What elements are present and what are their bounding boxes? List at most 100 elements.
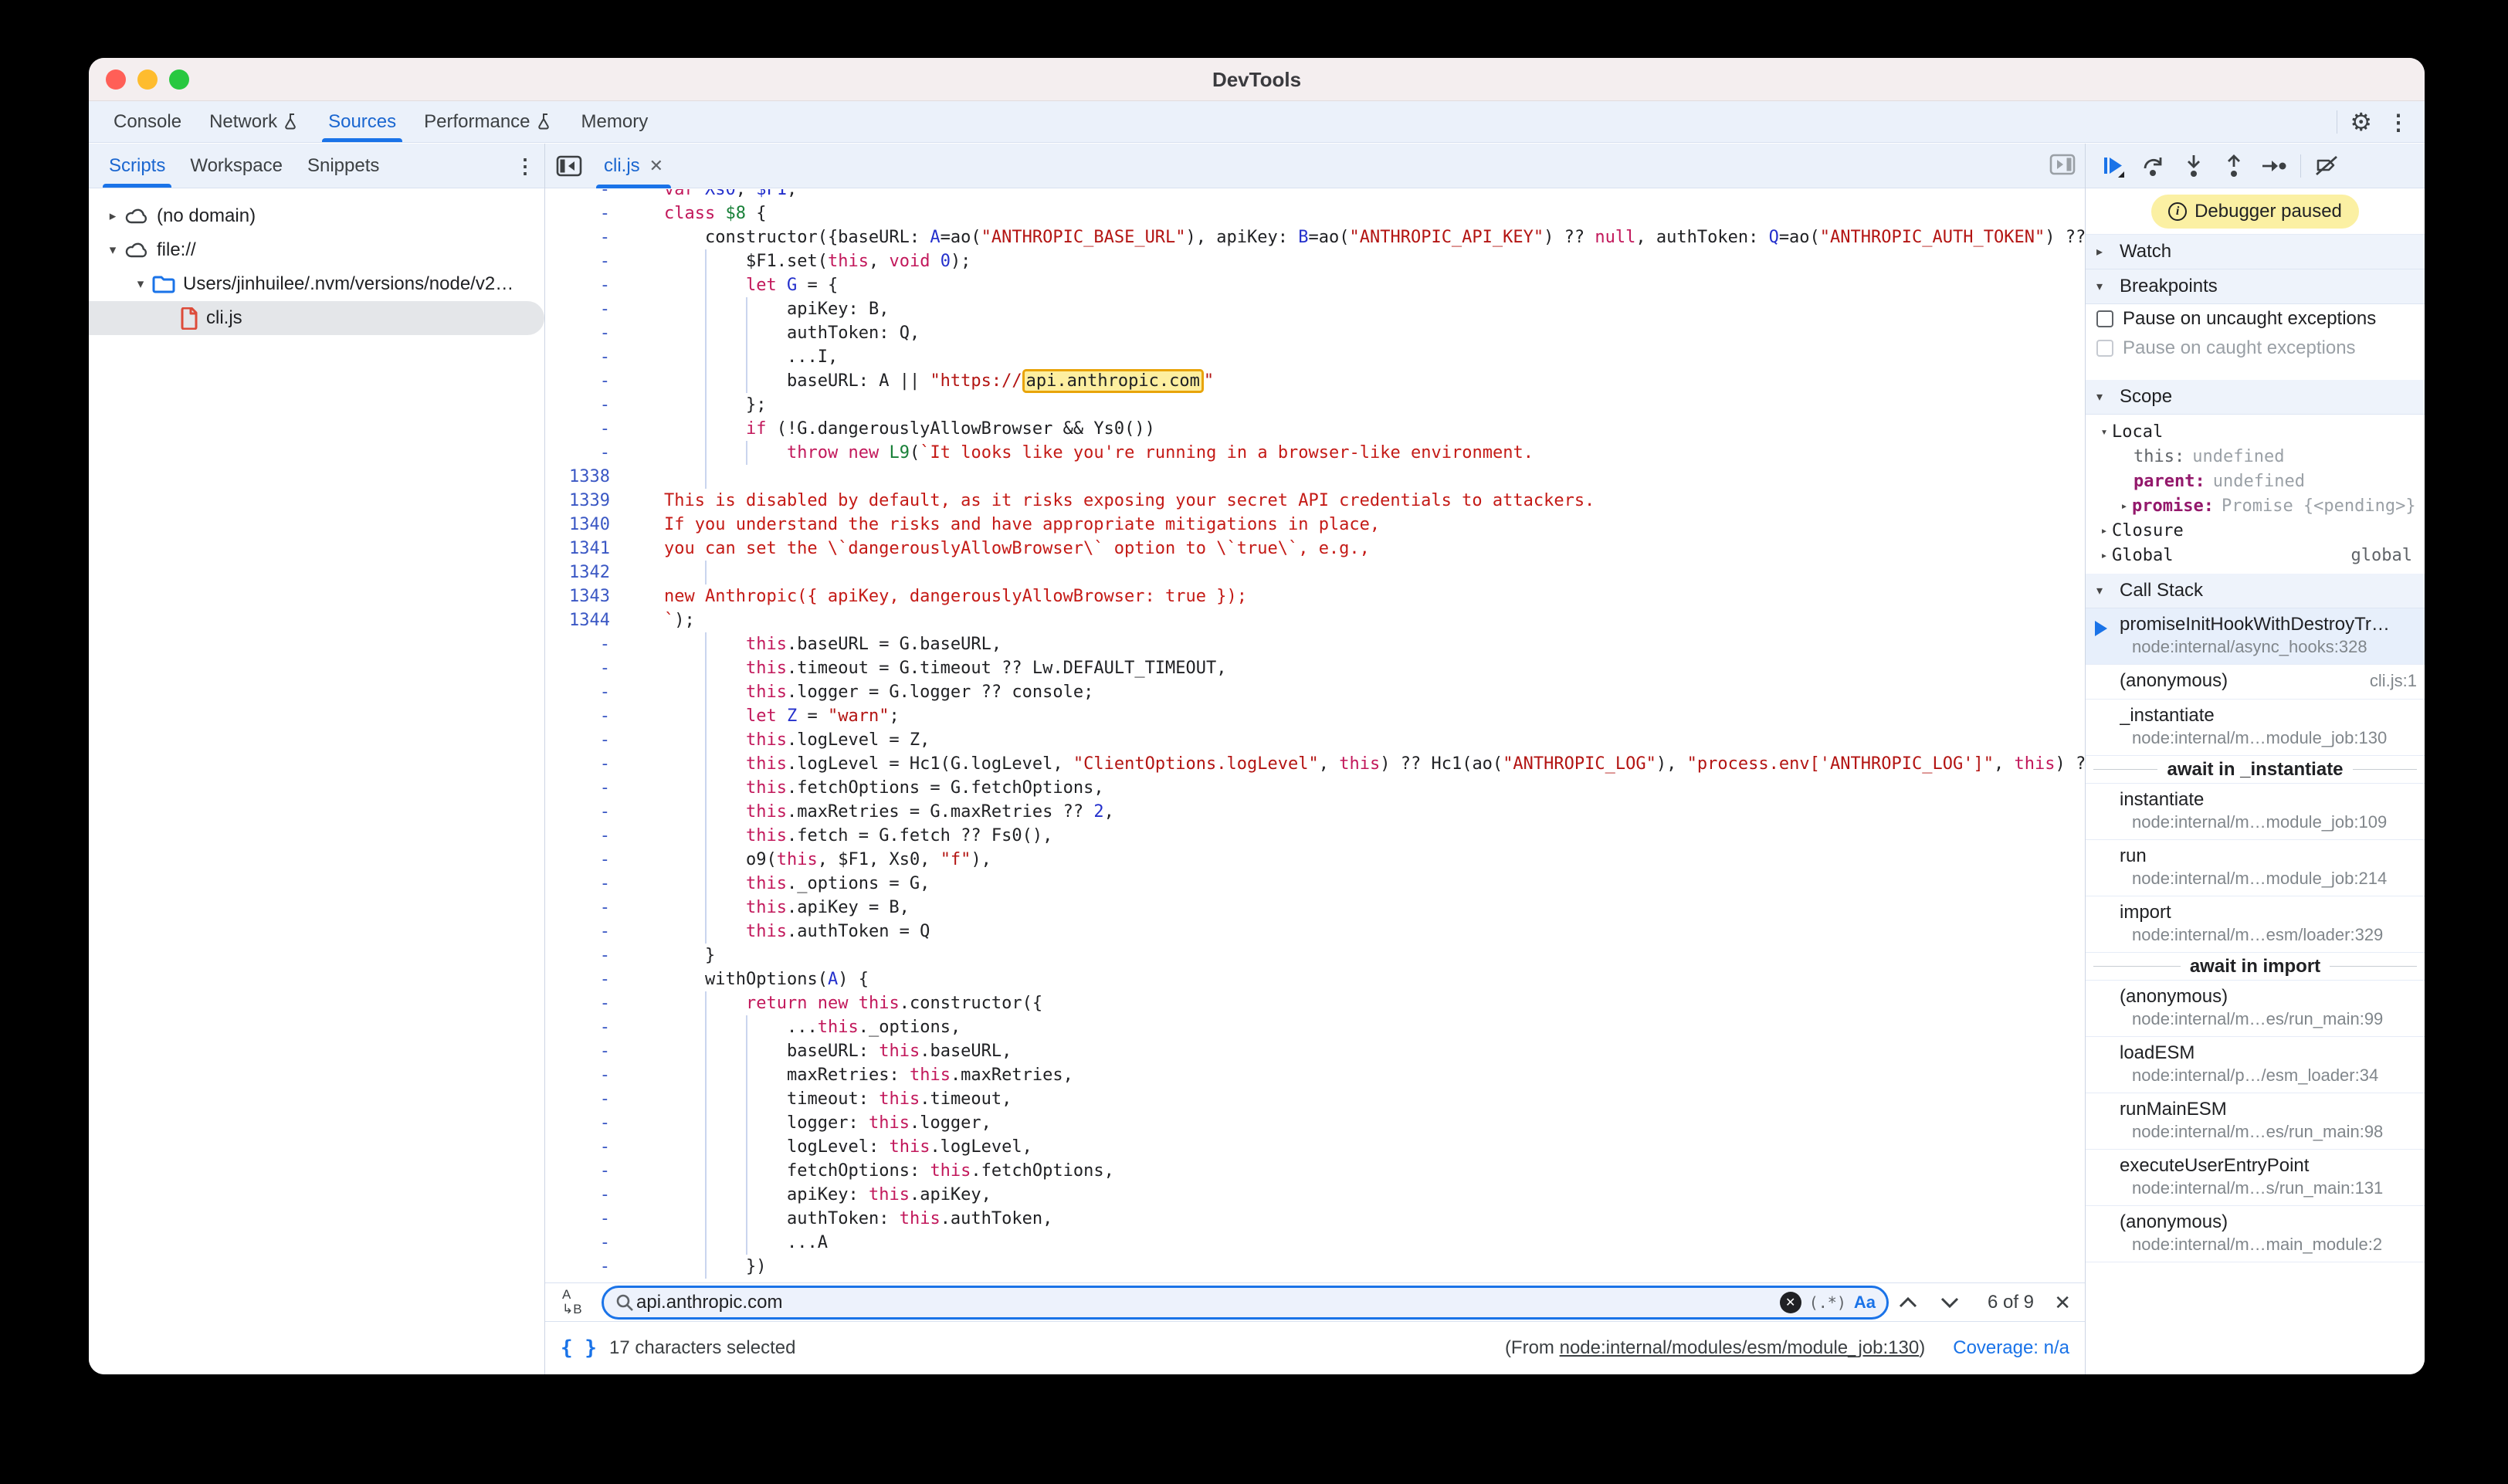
code-line[interactable]: -apiKey: B, bbox=[545, 297, 2085, 321]
line-number[interactable]: - bbox=[545, 273, 630, 297]
scope-var-this[interactable]: this:undefined bbox=[2086, 444, 2425, 469]
line-number[interactable]: - bbox=[545, 920, 630, 944]
line-number[interactable]: - bbox=[545, 441, 630, 465]
step-into-icon[interactable] bbox=[2177, 149, 2211, 183]
checkbox-row-pause-on-uncaught-exceptions[interactable]: Pause on uncaught exceptions bbox=[2086, 304, 2425, 334]
tree-item-users-jinhuilee-nvm-versions-node-v2-[interactable]: ▾Users/jinhuilee/.nvm/versions/node/v2… bbox=[89, 267, 544, 301]
scope-group-global[interactable]: ▸Globalglobal bbox=[2086, 543, 2425, 568]
watch-section-header[interactable]: ▸ Watch bbox=[2086, 235, 2425, 269]
line-number[interactable]: - bbox=[545, 345, 630, 369]
line-number[interactable]: - bbox=[545, 1039, 630, 1063]
tree-item-file-[interactable]: ▾file:// bbox=[89, 233, 544, 267]
code-line[interactable]: -apiKey: this.apiKey, bbox=[545, 1183, 2085, 1207]
code-line[interactable]: 1341you can set the \`dangerouslyAllowBr… bbox=[545, 537, 2085, 561]
sidebar-tab-scripts[interactable]: Scripts bbox=[97, 144, 178, 188]
clear-search-icon[interactable]: ✕ bbox=[1780, 1292, 1801, 1313]
editor-tab-clijs[interactable]: cli.js ✕ bbox=[591, 144, 676, 188]
line-number[interactable]: - bbox=[545, 1087, 630, 1111]
line-number[interactable]: - bbox=[545, 321, 630, 345]
search-input[interactable] bbox=[635, 1291, 1780, 1314]
close-tab-icon[interactable]: ✕ bbox=[649, 156, 663, 176]
sidebar-more-kebab-icon[interactable]: ⋮ bbox=[515, 144, 535, 188]
code-line[interactable]: -this.timeout = G.timeout ?? Lw.DEFAULT_… bbox=[545, 656, 2085, 680]
replace-toggle-icon[interactable]: A↳B bbox=[562, 1288, 596, 1319]
stack-frame--anonymous-[interactable]: (anonymous)node:internal/m…main_module:2 bbox=[2086, 1206, 2425, 1262]
step-over-icon[interactable] bbox=[2137, 149, 2171, 183]
line-number[interactable]: - bbox=[545, 393, 630, 417]
line-number[interactable]: - bbox=[545, 680, 630, 704]
step-out-icon[interactable] bbox=[2217, 149, 2251, 183]
resume-script-icon[interactable] bbox=[2096, 149, 2130, 183]
code-line[interactable]: -let Z = "warn"; bbox=[545, 704, 2085, 728]
line-number[interactable]: 1341 bbox=[545, 537, 630, 561]
stack-frame--anonymous-[interactable]: (anonymous)node:internal/m…es/run_main:9… bbox=[2086, 981, 2425, 1037]
line-number[interactable]: - bbox=[545, 1135, 630, 1159]
line-number[interactable]: - bbox=[545, 202, 630, 225]
stack-frame--instantiate[interactable]: _instantiatenode:internal/m…module_job:1… bbox=[2086, 700, 2425, 756]
stack-frame-runmainesm[interactable]: runMainESMnode:internal/m…es/run_main:98 bbox=[2086, 1093, 2425, 1150]
line-number[interactable]: - bbox=[545, 896, 630, 920]
next-match-icon[interactable] bbox=[1937, 1291, 1963, 1314]
chevron-down-icon[interactable]: ▾ bbox=[130, 276, 151, 292]
code-line[interactable]: -this.apiKey = B, bbox=[545, 896, 2085, 920]
line-number[interactable]: - bbox=[545, 417, 630, 441]
tree-item-cli-js[interactable]: cli.js bbox=[89, 301, 544, 335]
code-line[interactable]: 1344`); bbox=[545, 608, 2085, 632]
code-line[interactable]: -this.fetchOptions = G.fetchOptions, bbox=[545, 776, 2085, 800]
code-line[interactable]: -authToken: this.authToken, bbox=[545, 1207, 2085, 1231]
code-line[interactable]: -this.baseURL = G.baseURL, bbox=[545, 632, 2085, 656]
code-line[interactable]: -this.maxRetries = G.maxRetries ?? 2, bbox=[545, 800, 2085, 824]
tree-item--no-domain-[interactable]: ▸(no domain) bbox=[89, 199, 544, 233]
stack-frame-instantiate[interactable]: instantiatenode:internal/m…module_job:10… bbox=[2086, 784, 2425, 840]
code-line[interactable]: -class $8 { bbox=[545, 202, 2085, 225]
scope-group-local[interactable]: ▾Local bbox=[2086, 419, 2425, 444]
line-number[interactable]: - bbox=[545, 1015, 630, 1039]
stack-frame--anonymous-[interactable]: (anonymous)cli.js:1 bbox=[2086, 665, 2425, 700]
sidebar-tab-snippets[interactable]: Snippets bbox=[295, 144, 391, 188]
tab-memory[interactable]: Memory bbox=[568, 101, 663, 142]
deactivate-breakpoints-icon[interactable] bbox=[2310, 149, 2344, 183]
code-line[interactable]: -withOptions(A) { bbox=[545, 967, 2085, 991]
code-line[interactable]: -}) bbox=[545, 1255, 2085, 1279]
code-line[interactable]: -this.logger = G.logger ?? console; bbox=[545, 680, 2085, 704]
show-debugger-panel-icon[interactable] bbox=[2049, 153, 2076, 176]
settings-gear-icon[interactable]: ⚙ bbox=[2350, 110, 2372, 134]
line-number[interactable]: - bbox=[545, 991, 630, 1015]
line-number[interactable]: - bbox=[545, 1063, 630, 1087]
line-number[interactable]: - bbox=[545, 967, 630, 991]
code-line[interactable]: -this._options = G, bbox=[545, 872, 2085, 896]
code-line[interactable]: -logLevel: this.logLevel, bbox=[545, 1135, 2085, 1159]
line-number[interactable]: 1344 bbox=[545, 608, 630, 632]
code-line[interactable]: 1338 bbox=[545, 465, 2085, 489]
code-line[interactable]: -$F1.set(this, void 0); bbox=[545, 249, 2085, 273]
code-line[interactable]: -return new this.constructor({ bbox=[545, 991, 2085, 1015]
line-number[interactable]: - bbox=[545, 872, 630, 896]
code-line[interactable]: -} bbox=[545, 944, 2085, 967]
line-number[interactable]: - bbox=[545, 297, 630, 321]
tab-performance[interactable]: Performance bbox=[410, 101, 567, 142]
line-number[interactable]: - bbox=[545, 656, 630, 680]
coverage-link[interactable]: Coverage: n/a bbox=[1953, 1337, 2069, 1359]
match-case-toggle-icon[interactable]: Aa bbox=[1854, 1293, 1876, 1313]
line-number[interactable]: - bbox=[545, 249, 630, 273]
scope-section-header[interactable]: ▾ Scope bbox=[2086, 380, 2425, 415]
code-line[interactable]: -authToken: Q, bbox=[545, 321, 2085, 345]
scope-var-promise[interactable]: ▸promise:Promise {<pending>} bbox=[2086, 493, 2425, 518]
stack-frame-promiseinithookwithdestroytr-[interactable]: promiseInitHookWithDestroyTr…node:intern… bbox=[2086, 608, 2425, 665]
code-line[interactable]: -var Xs0, $F1; bbox=[545, 189, 2085, 202]
code-line[interactable]: -}; bbox=[545, 393, 2085, 417]
line-number[interactable]: - bbox=[545, 800, 630, 824]
regex-toggle-icon[interactable]: (.*) bbox=[1809, 1293, 1846, 1312]
line-number[interactable]: - bbox=[545, 944, 630, 967]
code-line[interactable]: 1342 bbox=[545, 561, 2085, 584]
line-number[interactable]: - bbox=[545, 1255, 630, 1279]
tab-network[interactable]: Network bbox=[195, 101, 314, 142]
tab-console[interactable]: Console bbox=[100, 101, 195, 142]
line-number[interactable]: - bbox=[545, 752, 630, 776]
code-line[interactable]: -if (!G.dangerouslyAllowBrowser && Ys0()… bbox=[545, 417, 2085, 441]
line-number[interactable]: 1342 bbox=[545, 561, 630, 584]
line-number[interactable]: - bbox=[545, 1231, 630, 1255]
line-number[interactable]: - bbox=[545, 776, 630, 800]
line-number[interactable]: - bbox=[545, 632, 630, 656]
line-number[interactable]: 1340 bbox=[545, 513, 630, 537]
